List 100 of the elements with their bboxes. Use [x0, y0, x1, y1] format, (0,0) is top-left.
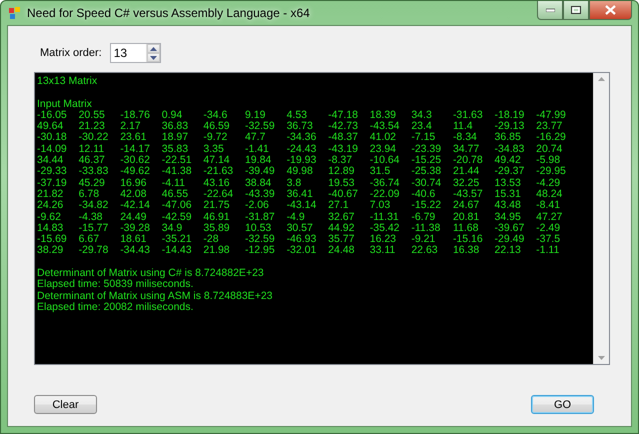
matrix-value: -31.87	[244, 212, 276, 223]
matrix-value: -2.06	[244, 200, 270, 212]
matrix-value: -15.69	[37, 234, 68, 246]
matrix-value: -34.43	[120, 245, 151, 257]
matrix-value: 46.59	[203, 121, 231, 132]
matrix-value: -16.05	[37, 110, 68, 122]
matrix-value: -14.43	[162, 245, 193, 257]
matrix-value: -49.62	[120, 166, 151, 178]
matrix-value: -4.9	[286, 212, 306, 223]
matrix-value: -32.59	[244, 234, 276, 246]
down-arrow-icon[interactable]	[150, 56, 157, 60]
matrix-value: -20.78	[452, 155, 484, 166]
matrix-heading: 13x13 Matrix	[37, 76, 98, 88]
matrix-value: 22.13	[494, 245, 522, 257]
matrix-value: 41.02	[370, 132, 398, 144]
matrix-value: 23.94	[370, 144, 398, 156]
matrix-value: -11.31	[370, 212, 400, 223]
matrix-value: 3.35	[203, 144, 225, 156]
matrix-value: 45.29	[78, 178, 106, 189]
matrix-value: -43.19	[328, 144, 359, 156]
matrix-value: -15.16	[452, 234, 484, 246]
matrix-value: -15.25	[411, 155, 442, 166]
matrix-value: 12.89	[328, 166, 356, 178]
matrix-value: -35.42	[370, 222, 401, 234]
matrix-value: -6.79	[411, 212, 436, 223]
matrix-value: -29.78	[78, 245, 110, 257]
matrix-value: 34.77	[452, 144, 480, 156]
matrix-value: -43.39	[244, 188, 276, 200]
matrix-value: 43.16	[203, 178, 231, 189]
matrix-value: 49.42	[494, 155, 522, 166]
matrix-value: -19.93	[286, 155, 318, 166]
matrix-value: -32.01	[286, 245, 318, 257]
matrix-value: -42.14	[120, 200, 151, 212]
up-arrow-icon[interactable]	[150, 46, 157, 50]
matrix-order-spinner[interactable]: 13	[110, 43, 161, 63]
matrix-value: 35.89	[203, 222, 231, 234]
matrix-value: 20.81	[452, 212, 480, 223]
matrix-value: 36.73	[286, 121, 314, 132]
matrix-value: -32.59	[244, 121, 276, 132]
matrix-value: 49.64	[37, 121, 64, 132]
matrix-value: -39.28	[120, 222, 151, 234]
matrix-value: -8.41	[536, 200, 562, 212]
matrix-value: 22.63	[411, 245, 439, 257]
matrix-value: 7.03	[370, 200, 392, 212]
matrix-value: 24.49	[120, 212, 148, 223]
matrix-value: 15.31	[494, 188, 522, 200]
clear-button[interactable]: Clear	[34, 395, 97, 414]
matrix-value: 4.53	[286, 110, 308, 122]
matrix-value: -5.98	[536, 155, 562, 166]
result-line: Elapsed time: 50839 miliseconds.	[37, 279, 194, 291]
matrix-value: -15.77	[78, 222, 110, 234]
matrix-value: -1.11	[536, 245, 560, 257]
matrix-value: -42.73	[328, 121, 359, 132]
matrix-value: -48.37	[328, 132, 359, 144]
close-icon[interactable]	[605, 5, 616, 15]
matrix-value: 32.25	[452, 178, 480, 189]
matrix-value: -43.57	[452, 188, 484, 200]
matrix-value: -29.37	[494, 166, 526, 178]
matrix-value: 46.91	[203, 212, 231, 223]
matrix-value: -28	[203, 234, 220, 246]
matrix-value: 10.53	[244, 222, 272, 234]
matrix-value: -31.63	[452, 110, 484, 122]
matrix-value: 44.92	[328, 222, 356, 234]
matrix-value: 9.19	[244, 110, 266, 122]
matrix-value: 30.57	[286, 222, 314, 234]
matrix-value: -8.34	[452, 132, 478, 144]
matrix-value: -39.67	[494, 222, 526, 234]
matrix-value: 21.82	[37, 188, 64, 200]
matrix-value: 36.41	[286, 188, 314, 200]
minimize-icon[interactable]	[546, 8, 554, 12]
matrix-value: -37.19	[37, 178, 68, 189]
matrix-value: -43.14	[286, 200, 318, 212]
matrix-order-label: Matrix order:	[40, 47, 102, 59]
matrix-value: -9.62	[37, 212, 62, 223]
matrix-value: -30.74	[411, 178, 442, 189]
matrix-value: 35.83	[162, 144, 190, 156]
matrix-value: -9.21	[411, 234, 436, 246]
matrix-value: 14.83	[37, 222, 64, 234]
go-button[interactable]: GO	[531, 395, 594, 414]
matrix-value: 49.98	[286, 166, 314, 178]
matrix-value: -34.6	[203, 110, 228, 122]
matrix-value: 42.08	[120, 188, 148, 200]
matrix-value: 19.84	[244, 155, 272, 166]
matrix-value: 43.48	[494, 200, 522, 212]
matrix-value: -21.63	[203, 166, 234, 178]
maximize-icon[interactable]	[571, 6, 581, 14]
matrix-value: -22.51	[162, 155, 193, 166]
section-heading: Input Matrix	[37, 98, 93, 110]
matrix-value: -34.82	[78, 200, 110, 212]
matrix-value: 19.53	[328, 178, 356, 189]
matrix-value: 21.98	[203, 245, 231, 257]
matrix-value: 18.39	[370, 110, 398, 122]
matrix-value: -30.62	[120, 155, 151, 166]
matrix-value: -10.64	[370, 155, 401, 166]
matrix-value: -15.22	[411, 200, 442, 212]
matrix-value: 11.68	[452, 222, 480, 234]
matrix-value: -1.41	[244, 144, 270, 156]
matrix-value: 24.26	[37, 200, 64, 212]
matrix-value: 34.3	[411, 110, 433, 122]
matrix-value: 38.29	[37, 245, 64, 257]
